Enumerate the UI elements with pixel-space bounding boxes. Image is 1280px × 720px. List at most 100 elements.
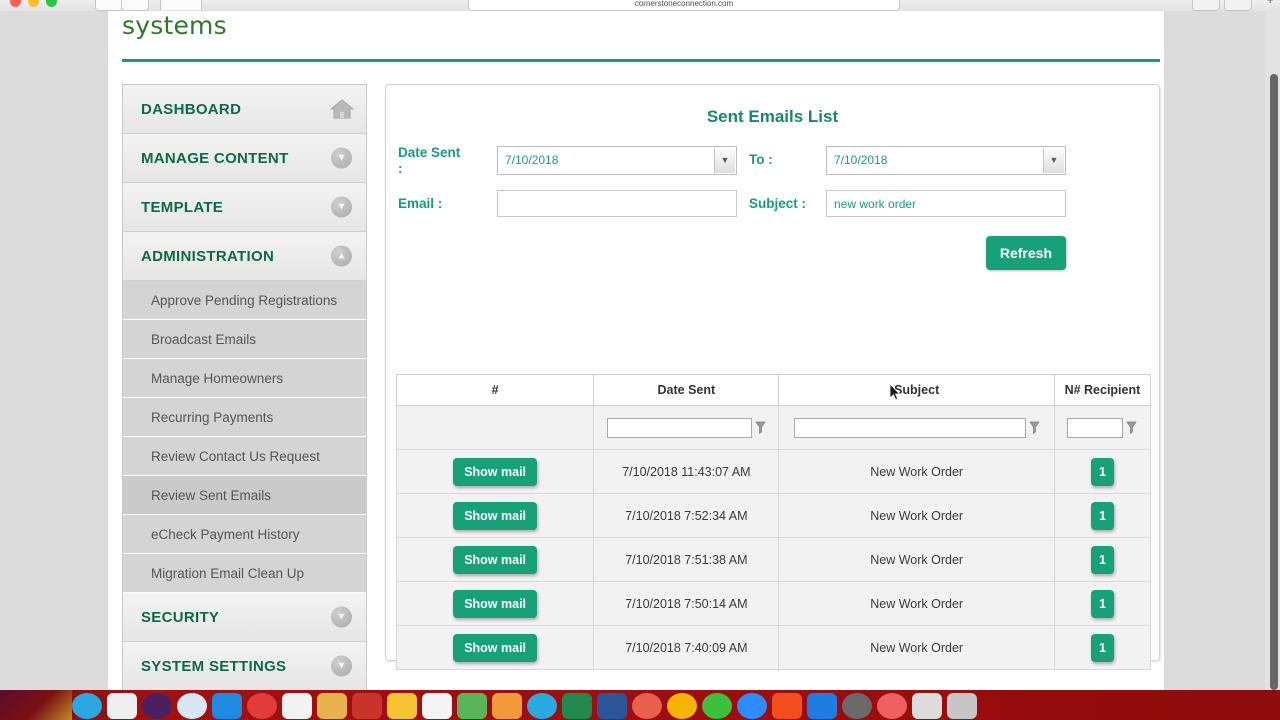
sidebar-item-echeck-payment-history[interactable]: eCheck Payment History bbox=[123, 515, 366, 554]
sidebar-item-label: TEMPLATE bbox=[141, 198, 224, 216]
sidebar-item-template[interactable]: TEMPLATE ▼ bbox=[123, 183, 366, 232]
show-mail-button[interactable]: Show mail bbox=[453, 545, 538, 574]
new-tab-button[interactable]: + bbox=[1266, 0, 1274, 6]
recipient-count-badge[interactable]: 1 bbox=[1090, 501, 1114, 530]
to-date-select[interactable]: 7/10/2018 ▼ bbox=[826, 146, 1066, 175]
sent-emails-table: # Date Sent Subject N# Recipient Show ma… bbox=[395, 374, 1152, 670]
column-header-index[interactable]: # bbox=[395, 374, 595, 406]
window-control-close[interactable] bbox=[1224, 0, 1252, 11]
recipient-count-badge[interactable]: 1 bbox=[1090, 633, 1114, 662]
chrome-icon[interactable] bbox=[667, 693, 697, 719]
numbers-icon[interactable] bbox=[457, 693, 487, 719]
window-control-restore[interactable] bbox=[1192, 0, 1220, 11]
vertical-scrollbar-track[interactable] bbox=[1265, 11, 1280, 690]
date-sent-value: 7/10/2018 7:52:34 AM bbox=[625, 508, 748, 523]
filter-icon[interactable] bbox=[1126, 421, 1138, 435]
chevron-down-icon[interactable]: ▼ bbox=[714, 148, 735, 173]
sidebar-item-label: Approve Pending Registrations bbox=[151, 292, 338, 308]
date-sent-value: 7/10/2018 7:40:09 AM bbox=[625, 640, 748, 655]
date-sent-column-filter-input[interactable] bbox=[606, 417, 752, 438]
sidebar-item-label: Broadcast Emails bbox=[151, 331, 257, 347]
sidebar-item-manage-homeowners[interactable]: Manage Homeowners bbox=[123, 359, 366, 398]
sidebar-item-system-settings[interactable]: SYSTEM SETTINGS ▼ bbox=[123, 642, 366, 690]
excel-icon[interactable] bbox=[562, 693, 592, 719]
onedrive-icon[interactable] bbox=[807, 693, 837, 719]
table-row: Show mail 7/10/2018 7:51:38 AM New Work Or… bbox=[395, 537, 1152, 582]
sidebar-item-review-sent-emails[interactable]: Review Sent Emails bbox=[123, 476, 366, 515]
news-icon[interactable] bbox=[282, 693, 312, 719]
mouse-cursor bbox=[889, 383, 901, 401]
column-header-date-sent[interactable]: Date Sent bbox=[593, 374, 780, 406]
sidebar-item-label: MANAGE CONTENT bbox=[141, 149, 289, 167]
sidebar-navigation: DASHBOARD MANAGE CONTENT ▼ TEMPLATE ▼ AD… bbox=[122, 84, 367, 690]
forward-arrow-icon[interactable] bbox=[121, 0, 149, 11]
cell-recipient: 1 bbox=[1053, 493, 1152, 538]
back-arrow-icon[interactable] bbox=[95, 0, 123, 11]
recipient-column-filter-input[interactable] bbox=[1067, 417, 1124, 438]
word-icon[interactable] bbox=[597, 693, 627, 719]
notes-icon[interactable] bbox=[317, 693, 347, 719]
recipient-count-badge[interactable]: 1 bbox=[1090, 457, 1114, 486]
sidebar-item-recurring-payments[interactable]: Recurring Payments bbox=[123, 398, 366, 437]
settings-icon[interactable] bbox=[842, 693, 872, 719]
window-minimize-button[interactable] bbox=[28, 0, 39, 7]
vertical-scrollbar-thumb[interactable] bbox=[1270, 74, 1278, 690]
sidebar-item-broadcast-emails[interactable]: Broadcast Emails bbox=[123, 320, 366, 359]
cell-recipient: 1 bbox=[1053, 449, 1152, 494]
date-sent-value: 7/10/2018 7:51:38 AM bbox=[625, 552, 748, 567]
finder-icon[interactable] bbox=[72, 693, 102, 719]
show-mail-button[interactable]: Show mail bbox=[453, 633, 538, 662]
sidebar-item-migration-email-clean-up[interactable]: Migration Email Clean Up bbox=[123, 554, 366, 593]
brand-wordmark: systems bbox=[122, 11, 227, 40]
filter-icon[interactable] bbox=[1028, 421, 1040, 435]
browser-tab[interactable] bbox=[160, 0, 202, 10]
skype-icon[interactable] bbox=[527, 693, 557, 719]
column-header-recipient[interactable]: N# Recipient bbox=[1053, 374, 1152, 406]
chevron-down-icon[interactable]: ▼ bbox=[1043, 148, 1064, 173]
safari-icon[interactable] bbox=[177, 693, 207, 719]
sidebar-item-review-contact-us-request[interactable]: Review Contact Us Request bbox=[123, 437, 366, 476]
subject-value: New Work Order bbox=[870, 552, 964, 567]
sidebar-item-label: Review Contact Us Request bbox=[151, 448, 320, 464]
recipient-count-badge[interactable]: 1 bbox=[1090, 589, 1114, 618]
window-maximize-button[interactable] bbox=[46, 0, 57, 7]
outlook-icon[interactable] bbox=[772, 693, 802, 719]
table-filter-row bbox=[395, 405, 1152, 450]
photos-icon[interactable] bbox=[492, 693, 522, 719]
zoom-icon[interactable] bbox=[737, 693, 767, 719]
show-mail-button[interactable]: Show mail bbox=[453, 501, 538, 530]
appstore-icon[interactable] bbox=[212, 693, 242, 719]
column-header-subject[interactable]: Subject bbox=[778, 374, 1055, 406]
books-icon[interactable] bbox=[352, 693, 382, 719]
show-mail-button[interactable]: Show mail bbox=[453, 457, 538, 486]
launchpad-icon[interactable] bbox=[107, 693, 137, 719]
recipient-count-badge[interactable]: 1 bbox=[1090, 545, 1114, 574]
subject-field[interactable] bbox=[826, 190, 1066, 217]
email-field[interactable] bbox=[497, 190, 737, 217]
date-sent-select[interactable]: 7/10/2018 ▼ bbox=[497, 146, 737, 175]
subject-column-filter-input[interactable] bbox=[793, 417, 1026, 438]
filter-icon[interactable] bbox=[755, 421, 766, 435]
sidebar-item-security[interactable]: SECURITY ▼ bbox=[123, 593, 366, 642]
sidebar-item-dashboard[interactable]: DASHBOARD bbox=[123, 85, 366, 134]
cell-date-sent: 7/10/2018 11:43:07 AM bbox=[593, 449, 780, 494]
sidebar-item-manage-content[interactable]: MANAGE CONTENT ▼ bbox=[123, 134, 366, 183]
reminders-icon[interactable] bbox=[387, 693, 417, 719]
refresh-button[interactable]: Refresh bbox=[985, 236, 1066, 270]
cell-action: Show mail bbox=[395, 625, 595, 670]
trash-icon[interactable] bbox=[947, 693, 977, 719]
adobe-icon[interactable] bbox=[877, 693, 907, 719]
firefox-icon[interactable] bbox=[632, 693, 662, 719]
pages-icon[interactable] bbox=[422, 693, 452, 719]
show-mail-button[interactable]: Show mail bbox=[453, 589, 538, 618]
sidebar-item-administration[interactable]: ADMINISTRATION ▲ bbox=[123, 232, 366, 281]
downloads-stack-icon[interactable] bbox=[912, 693, 942, 719]
mail-icon[interactable] bbox=[247, 693, 277, 719]
desktop-wallpaper bbox=[0, 690, 1280, 720]
window-close-button[interactable] bbox=[10, 0, 21, 7]
messages-icon[interactable] bbox=[702, 693, 732, 719]
filter-cell-index bbox=[395, 405, 595, 450]
address-bar[interactable]: cornerstoneconnection.com bbox=[468, 0, 900, 11]
sidebar-item-approve-pending-registrations[interactable]: Approve Pending Registrations bbox=[123, 281, 366, 320]
siri-icon[interactable] bbox=[142, 693, 172, 719]
